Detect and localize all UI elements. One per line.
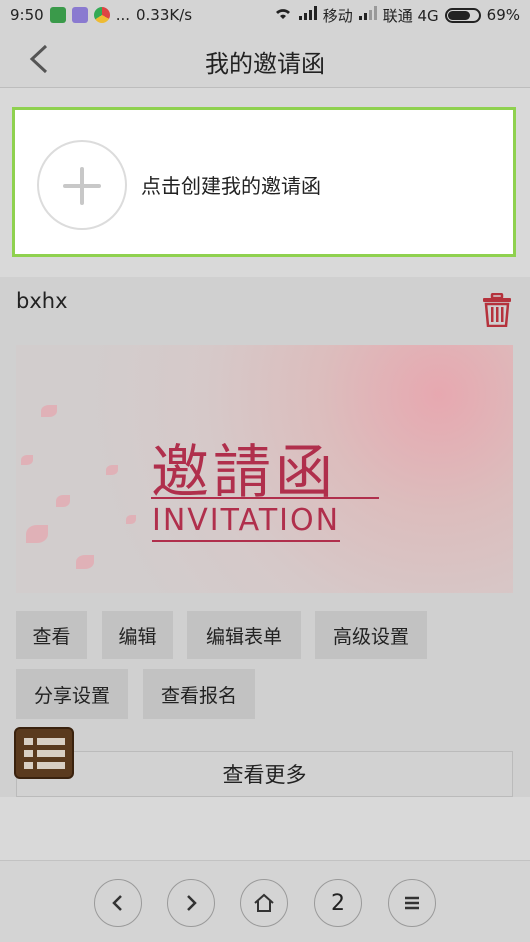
share-settings-button[interactable]: 分享设置	[16, 669, 128, 719]
menu-line	[37, 750, 65, 757]
signal-icon-2	[358, 6, 377, 24]
edit-form-button[interactable]: 编辑表单	[187, 611, 301, 659]
nav-forward-button[interactable]	[167, 879, 215, 927]
view-more-button[interactable]: 查看更多	[16, 751, 513, 797]
network-speed: 0.33K/s	[136, 6, 193, 24]
menu-line	[37, 762, 65, 769]
browser-icon	[93, 7, 110, 23]
invitation-item: bxhx 邀請函 INVITATION 查看 编辑 编辑表单 高级设置 分享设置…	[0, 277, 530, 797]
spacer	[0, 797, 530, 860]
edit-button[interactable]: 编辑	[102, 611, 173, 659]
petal-decoration	[126, 515, 136, 524]
menu-bullet	[24, 762, 33, 769]
view-signups-button[interactable]: 查看报名	[143, 669, 255, 719]
petal-decoration	[106, 465, 118, 475]
create-invitation-card[interactable]: 点击创建我的邀请函	[12, 107, 516, 257]
chevron-right-icon	[187, 895, 197, 911]
menu-bullet	[24, 750, 33, 757]
plus-icon	[37, 140, 127, 230]
more-notifications: ...	[115, 6, 130, 24]
carrier-2: 联通 4G	[382, 6, 439, 25]
view-button[interactable]: 查看	[16, 611, 87, 659]
create-invitation-label: 点击创建我的邀请函	[141, 174, 321, 198]
carrier-1: 移动	[322, 6, 353, 25]
petal-decoration	[76, 555, 94, 569]
petal-decoration	[26, 525, 48, 543]
petal-decoration	[21, 455, 33, 465]
wifi-icon	[273, 5, 293, 25]
list-menu-icon[interactable]	[14, 727, 74, 779]
menu-line	[37, 738, 65, 745]
invitation-name: bxhx	[16, 289, 68, 313]
shield-app-icon	[49, 7, 66, 23]
invitation-cover-image[interactable]: 邀請函 INVITATION	[16, 345, 513, 593]
status-bar: 9:50 ... 0.33K/s 移动 联通 4G 69%	[0, 0, 530, 30]
battery-icon	[444, 7, 481, 23]
menu-bullet	[24, 738, 33, 745]
hamburger-menu-icon	[405, 896, 419, 910]
chevron-left-icon	[112, 895, 122, 911]
nav-menu-button[interactable]	[388, 879, 436, 927]
page-title: 我的邀请函	[205, 50, 325, 78]
petal-decoration	[41, 405, 57, 417]
bottom-navigation: 2	[0, 860, 530, 942]
clock: 9:50	[10, 6, 44, 24]
nav-tabs-button[interactable]: 2	[314, 879, 362, 927]
title-bar: 我的邀请函	[0, 30, 530, 88]
invitation-title-en: INVITATION	[152, 503, 341, 542]
signal-icon	[298, 6, 317, 24]
home-icon	[254, 893, 274, 912]
battery-level: 69%	[486, 6, 520, 24]
trash-icon[interactable]	[482, 293, 512, 327]
nav-back-button[interactable]	[94, 879, 142, 927]
petal-decoration	[56, 495, 70, 507]
divider	[151, 497, 379, 499]
nav-home-button[interactable]	[240, 879, 288, 927]
app-icon	[71, 7, 88, 23]
advanced-settings-button[interactable]: 高级设置	[315, 611, 427, 659]
